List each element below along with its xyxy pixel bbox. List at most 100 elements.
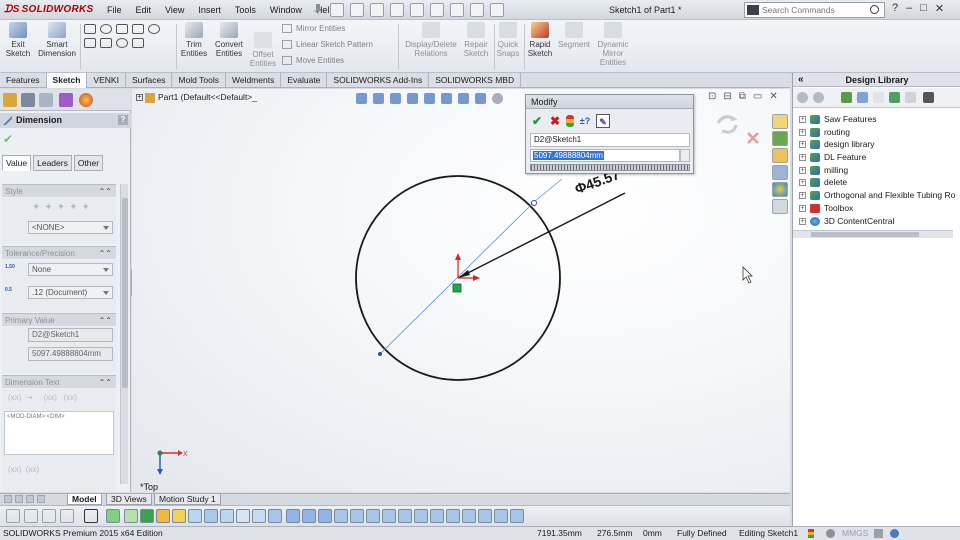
expand-icon[interactable]: +	[799, 217, 806, 225]
rebuild-icon[interactable]	[450, 3, 464, 17]
collapse-icon[interactable]: ⌃⌃	[99, 185, 112, 198]
convert-entities-button[interactable]: Convert Entities	[212, 22, 246, 58]
dimension-value-input[interactable]: 5097.49888804mm	[530, 149, 680, 162]
next-tab-icon[interactable]	[26, 495, 34, 503]
filter-datum-targets-icon[interactable]	[414, 509, 428, 523]
scrollbar-thumb[interactable]	[122, 198, 128, 388]
mirror-entities-button[interactable]: Mirror Entities	[282, 21, 345, 37]
tab-model[interactable]: Model	[67, 494, 102, 505]
filter-gtol-icon[interactable]	[334, 509, 348, 523]
expand-icon[interactable]: +	[136, 94, 143, 102]
sketch-point[interactable]	[378, 352, 382, 356]
feature-manager-icon[interactable]	[3, 93, 17, 107]
tab-evaluate[interactable]: Evaluate	[281, 73, 328, 88]
maximize-button[interactable]: □	[920, 2, 927, 15]
add-file-location-icon[interactable]	[857, 92, 868, 103]
rebuild-status-icon[interactable]	[808, 529, 814, 538]
ok-checkmark-icon[interactable]: ✔	[530, 114, 544, 128]
filter-points-icon[interactable]	[204, 509, 218, 523]
open-icon[interactable]	[350, 3, 364, 17]
design-library-options-icon[interactable]	[923, 92, 934, 103]
filter-routing-points-icon[interactable]	[478, 509, 492, 523]
dimxpert-manager-icon[interactable]	[59, 93, 73, 107]
ok-checkmark-icon[interactable]: ✔	[3, 132, 13, 146]
primary-value-group-header[interactable]: Primary Value ⌃⌃	[2, 313, 116, 326]
sketch-point[interactable]	[531, 200, 537, 206]
select-tool-icon[interactable]	[6, 509, 20, 523]
filter-edges-icon[interactable]	[124, 509, 138, 523]
appearances-icon[interactable]	[772, 182, 788, 197]
tab-motion-study-1[interactable]: Motion Study 1	[154, 494, 221, 505]
solidworks-resources-icon[interactable]	[772, 114, 788, 129]
segment-button[interactable]: Segment	[556, 22, 592, 49]
zoom-to-area-icon[interactable]	[373, 93, 384, 104]
menu-insert[interactable]: Insert	[191, 0, 228, 20]
primary-value-name-field[interactable]: D2@Sketch1	[28, 328, 113, 342]
style-group-header[interactable]: Style ⌃⌃	[2, 184, 116, 197]
filter-icon[interactable]	[106, 509, 120, 523]
style-select[interactable]: <NONE>	[28, 221, 113, 234]
list-item[interactable]: + Toolbox	[793, 202, 960, 215]
design-library-scrollbar[interactable]	[793, 230, 953, 238]
menu-file[interactable]: File	[100, 0, 129, 20]
options-icon[interactable]	[490, 3, 504, 17]
list-item[interactable]: +3D ContentCentral	[793, 215, 960, 228]
dimension-name-field[interactable]: D2@Sketch1	[530, 133, 690, 147]
slot-icon[interactable]	[100, 38, 112, 48]
search-commands-box[interactable]	[744, 2, 885, 18]
coincident-relation-icon[interactable]	[452, 283, 462, 293]
filter-weld-icon[interactable]	[302, 509, 316, 523]
hide-show-items-icon[interactable]	[458, 93, 469, 104]
print-icon[interactable]	[390, 3, 404, 17]
filter-cosmetic-thread-icon[interactable]	[366, 509, 380, 523]
tab-weldments[interactable]: Weldments	[226, 73, 282, 88]
minimize-button[interactable]: –	[906, 2, 912, 15]
design-library-icon[interactable]	[772, 131, 788, 146]
exit-sketch-button[interactable]: Exit Sketch	[4, 22, 32, 58]
forward-icon[interactable]	[813, 92, 824, 103]
polygon-icon[interactable]	[84, 38, 96, 48]
quick-snaps-button[interactable]: Quick Snaps	[494, 22, 522, 58]
rapid-sketch-button[interactable]: Rapid Sketch	[526, 22, 554, 58]
tab-sketch[interactable]: Sketch	[46, 73, 88, 88]
filter-dimensions-icon[interactable]	[252, 509, 266, 523]
help-status-icon[interactable]	[890, 529, 899, 538]
tab-value[interactable]: Value	[2, 155, 32, 171]
move-entities-button[interactable]: Move Entities	[282, 53, 344, 69]
primary-value-field[interactable]: 5097.49888804mm	[28, 347, 113, 361]
tab-venki[interactable]: VENKI	[87, 73, 126, 88]
back-icon[interactable]	[797, 92, 808, 103]
select-other-icon[interactable]	[24, 509, 38, 523]
quick-tips-icon[interactable]	[826, 529, 835, 538]
select-icon[interactable]	[430, 3, 444, 17]
list-item[interactable]: + Saw Features	[793, 113, 960, 126]
menu-window[interactable]: Window	[263, 0, 309, 20]
configuration-manager-icon[interactable]	[39, 93, 53, 107]
menu-tools[interactable]: Tools	[228, 0, 263, 20]
view-palette-icon[interactable]	[772, 165, 788, 180]
help-button[interactable]: ?	[118, 115, 128, 125]
search-icon[interactable]	[870, 5, 879, 14]
offset-entities-button[interactable]: Offset Entities	[248, 32, 278, 68]
mark-for-drawing-icon[interactable]: ✎	[596, 114, 610, 128]
rebuild-icon[interactable]	[716, 115, 738, 134]
unit-system-label[interactable]: MMGS	[842, 527, 868, 540]
custom-properties-icon[interactable]	[772, 199, 788, 214]
filter-notes-icon[interactable]	[268, 509, 282, 523]
collapse-icon[interactable]: ⌃⌃	[99, 376, 112, 389]
first-tab-icon[interactable]	[4, 495, 12, 503]
close-button[interactable]: ✕	[935, 2, 944, 15]
filter-surface-finish-icon[interactable]	[350, 509, 364, 523]
arc-icon[interactable]	[148, 24, 160, 34]
value-spin-button[interactable]	[680, 149, 690, 162]
repair-sketch-button[interactable]: Repair Sketch	[460, 22, 492, 58]
property-manager-scrollbar[interactable]	[120, 184, 128, 484]
tile-view-icon[interactable]: ⧉	[739, 91, 746, 102]
filter-center-marks-icon[interactable]	[430, 509, 444, 523]
circle-icon[interactable]	[100, 24, 112, 34]
previous-view-icon[interactable]	[390, 93, 401, 104]
refresh-icon[interactable]	[889, 92, 900, 103]
filter-dowel-pin-icon[interactable]	[462, 509, 476, 523]
edit-appearance-icon[interactable]	[475, 93, 486, 104]
list-item[interactable]: + milling	[793, 164, 960, 177]
